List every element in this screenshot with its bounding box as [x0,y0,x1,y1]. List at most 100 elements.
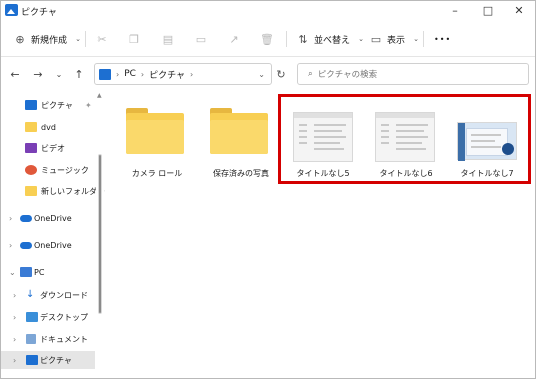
more-options-button[interactable]: ••• [434,29,451,49]
chevron-down-icon: ⌄ [413,35,419,43]
chevron-right-icon[interactable]: › [9,214,12,223]
sidebar-item-label: OneDrive [34,213,72,223]
navigation-pane: ピクチャ ✦ dvd ビデオ ミュージック 新しいフォルダー › OneDriv… [1,90,105,378]
download-icon: ↓ [26,289,35,300]
videos-icon [25,143,37,153]
back-button[interactable]: ← [7,66,23,82]
sidebar-item-documents[interactable]: › ドキュメント [1,330,95,348]
desktop-icon [26,312,38,322]
recent-locations-button[interactable]: ⌄ [51,66,67,82]
chevron-right-icon[interactable]: › [13,313,16,322]
sidebar-item-videos[interactable]: ビデオ [1,139,95,157]
share-button[interactable]: ↗ [227,29,241,49]
trash-icon: 🗑 [260,32,274,46]
sort-button-label: 並べ替え [314,35,351,46]
rename-button[interactable]: ▭ [194,29,208,49]
copy-icon: ❐ [129,32,139,46]
chevron-right-icon[interactable]: › [9,241,12,250]
new-button[interactable]: ⊕ 新規作成 ⌄ [13,29,85,49]
scissors-icon: ✂ [97,32,107,46]
up-button[interactable]: ↑ [71,66,87,82]
view-button[interactable]: ▭ 表示 ⌄ [369,29,423,49]
sidebar-item-music[interactable]: ミュージック [1,161,95,179]
title-bar: ピクチャ – □ ✕ [1,1,535,20]
minimize-button[interactable]: – [439,1,471,20]
pin-icon: ✦ [85,100,92,110]
folder-icon [126,108,184,154]
sidebar-scrollbar[interactable]: ▲ [96,90,104,378]
close-button[interactable]: ✕ [503,1,535,20]
scrollbar-thumb[interactable] [98,154,102,314]
onedrive-icon [20,242,32,249]
chevron-right-icon: › [140,69,145,79]
sidebar-item-label: OneDrive [34,240,72,250]
view-icon: ▭ [370,32,382,46]
pictures-location-icon [99,68,111,80]
forward-button[interactable]: → [30,66,46,82]
chevron-down-icon: ⌄ [358,35,364,43]
folder-icon [25,122,37,132]
chevron-right-icon[interactable]: › [13,356,16,365]
refresh-button[interactable]: ↻ [273,66,289,82]
toolbar-divider [423,31,424,47]
pictures-icon [26,355,38,365]
breadcrumb-pictures[interactable]: ピクチャ [149,68,185,81]
sidebar-item-new-folder[interactable]: 新しいフォルダー [1,182,105,200]
search-icon: ⌕ [308,69,313,79]
delete-button[interactable]: 🗑 [260,29,274,49]
pictures-app-icon [5,4,18,16]
new-button-label: 新規作成 [31,35,68,46]
command-bar: ⊕ 新規作成 ⌄ ✂ ❐ ▤ ▭ ↗ 🗑 ⇅ 並べ替え ⌄ ▭ 表示 ⌄ ••• [1,21,535,57]
chevron-down-icon[interactable]: ⌄ [9,268,16,277]
sidebar-item-label: ドキュメント [40,334,88,344]
chevron-right-icon[interactable]: › [13,291,16,300]
paste-button[interactable]: ▤ [161,29,175,49]
sidebar-item-label: ダウンロード [40,290,88,300]
toolbar-divider [286,31,287,47]
address-dropdown-icon[interactable]: ⌄ [258,70,265,79]
search-placeholder: ピクチャの検索 [317,70,378,80]
sort-button[interactable]: ⇅ 並べ替え ⌄ [296,29,368,49]
documents-icon [26,334,36,344]
maximize-button[interactable]: □ [472,1,504,20]
chevron-right-icon: › [116,69,120,79]
music-icon [25,165,37,175]
sort-icon: ⇅ [298,32,308,46]
scroll-up-icon[interactable]: ▲ [97,92,102,99]
sidebar-item-desktop[interactable]: › デスクトップ [1,308,95,326]
file-item-camera-roll[interactable]: カメラ ロール [109,98,185,188]
cut-button[interactable]: ✂ [95,29,109,49]
chevron-right-icon[interactable]: › [13,335,16,344]
sidebar-item-pc[interactable]: ⌄ PC [1,263,95,281]
breadcrumb-pc[interactable]: PC [124,69,136,79]
chevron-right-icon: › [190,69,194,79]
sidebar-item-label: ピクチャ [40,355,72,365]
file-item-saved-pictures[interactable]: 保存済みの写真 [193,98,269,188]
address-bar[interactable]: › PC › ピクチャ › ⌄ [94,63,272,85]
highlight-box [278,94,531,184]
sidebar-item-dvd[interactable]: dvd [1,118,95,136]
sidebar-item-label: dvd [41,122,56,132]
plus-circle-icon: ⊕ [15,32,25,46]
sidebar-item-label: PC [34,267,45,277]
folder-icon [25,186,37,196]
pc-icon [20,267,32,277]
search-box[interactable]: ⌕ ピクチャの検索 [297,63,529,85]
toolbar-divider [85,31,86,47]
rename-icon: ▭ [195,32,207,46]
chevron-down-icon: ⌄ [75,35,81,43]
sidebar-item-pictures[interactable]: › ピクチャ [1,351,95,369]
sidebar-item-label: ピクチャ [41,100,73,110]
pictures-icon [25,100,37,110]
sidebar-item-onedrive-1[interactable]: › OneDrive [1,209,95,227]
sidebar-item-onedrive-2[interactable]: › OneDrive [1,236,95,254]
window-title: ピクチャ [21,8,57,18]
onedrive-icon [20,215,32,222]
folder-icon [210,108,268,154]
sidebar-item-downloads[interactable]: › ↓ ダウンロード [1,286,95,304]
copy-button[interactable]: ❐ [127,29,141,49]
sidebar-item-pictures-pinned[interactable]: ピクチャ ✦ [1,96,95,114]
paste-icon: ▤ [162,32,174,46]
sidebar-item-label: ミュージック [41,165,89,175]
file-explorer-window: ピクチャ – □ ✕ ⊕ 新規作成 ⌄ ✂ ❐ ▤ ▭ ↗ 🗑 ⇅ 並べ替え ⌄… [0,0,536,379]
